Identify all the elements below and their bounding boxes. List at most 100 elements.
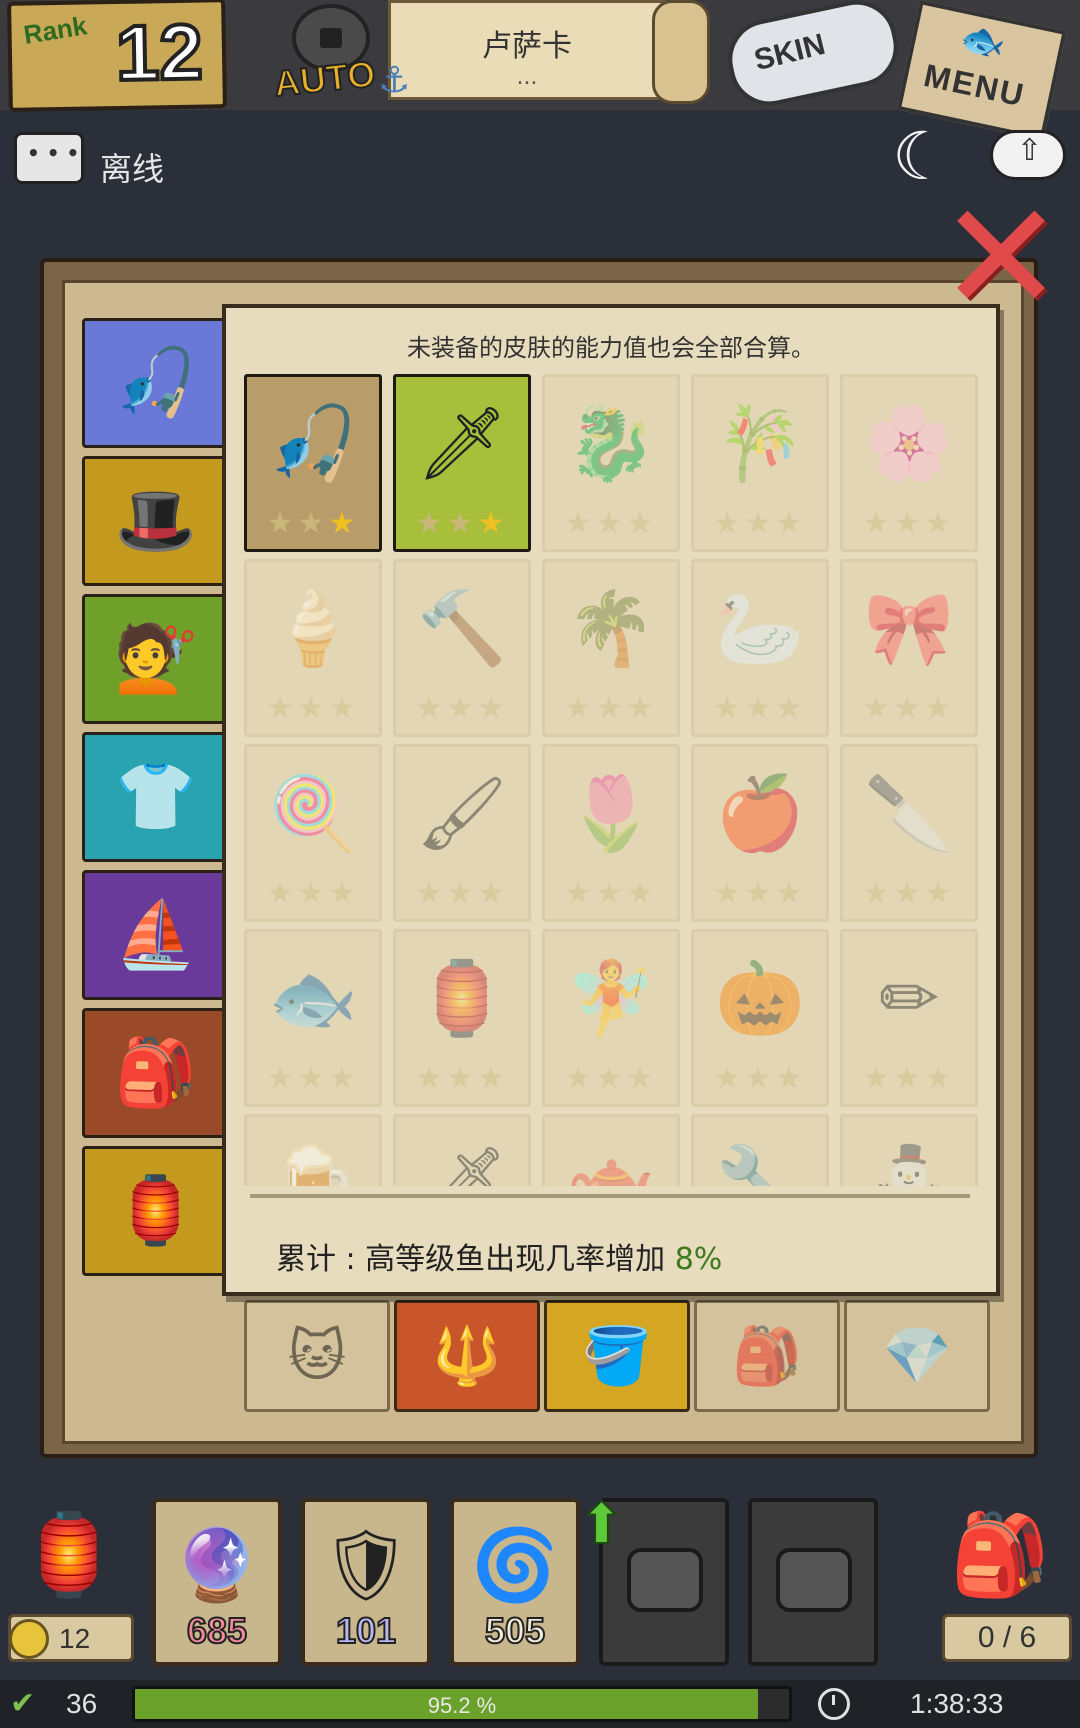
skin-card[interactable]: 🫖★★★	[542, 1114, 680, 1186]
tab-clothes[interactable]: 👕	[82, 732, 230, 862]
rank-badge[interactable]: Rank 12	[7, 0, 227, 112]
coin-icon	[9, 1619, 49, 1659]
item-slot[interactable]: 🌀 505	[450, 1498, 580, 1666]
star-rating: ★★★	[396, 876, 528, 911]
skin-card[interactable]: 🌸 ★★★	[840, 374, 978, 552]
star-rating: ★★★	[247, 506, 379, 541]
tab-fishing-gear[interactable]: 🎣	[82, 318, 230, 448]
star-empty-icon: ★	[626, 1061, 658, 1096]
skin-card[interactable]: 🖌 ★★★	[393, 744, 531, 922]
skin-item-icon: 🫖	[566, 1141, 656, 1186]
skin-card[interactable]: ✏ ★★★	[840, 929, 978, 1107]
online-status: 离线	[100, 150, 165, 188]
skin-item-icon: 🎒	[732, 1324, 802, 1389]
skin-card[interactable]: 🍭 ★★★	[244, 744, 382, 922]
close-button[interactable]: ✕	[928, 183, 1074, 333]
lantern-icon[interactable]: 🏮	[14, 1500, 124, 1610]
star-empty-icon: ★	[775, 876, 807, 911]
star-empty-icon: ★	[595, 1061, 627, 1096]
upgrade-arrow-icon[interactable]: ⬆	[577, 1491, 626, 1558]
star-empty-icon: ★	[893, 1061, 925, 1096]
skin-card[interactable]: 🎀 ★★★	[840, 559, 978, 737]
menu-label: MENU	[920, 56, 1029, 114]
skin-card[interactable]: 🔧★★★	[691, 1114, 829, 1186]
skin-grid[interactable]: 🎣 ★★★ 🗡 ★★★ 🐉 ★★★ 🎋 ★★★ 🌸 ★★★ 🍦 ★★★ 🔨 ★★★ 🌴 ★★★ 🦢 ★★★ 🎀 ★★★…	[244, 374, 982, 1186]
skin-card[interactable]: 🎋 ★★★	[691, 374, 829, 552]
skin-card[interactable]: 🌷 ★★★	[542, 744, 680, 922]
skin-card[interactable]: 🧚 ★★★	[542, 929, 680, 1107]
background-skin-card: 🐱	[244, 1300, 390, 1412]
chat-icon[interactable]	[14, 132, 84, 184]
skin-card[interactable]: 🍦 ★★★	[244, 559, 382, 737]
skin-item-icon: 🪣	[582, 1324, 652, 1389]
skin-item-icon: 🎀	[864, 586, 954, 670]
skin-item-icon: 🗡	[416, 1141, 508, 1186]
skin-card[interactable]: 🗡★★★	[393, 374, 531, 552]
boat-icon: ⛵	[114, 896, 198, 973]
level-value: 36	[66, 1688, 98, 1719]
skin-card[interactable]: 🏮 ★★★	[393, 929, 531, 1107]
level-icon: ✔	[10, 1686, 36, 1721]
background-skin-card: 💎	[844, 1300, 990, 1412]
skin-card[interactable]: ⛄★★★	[840, 1114, 978, 1186]
star-empty-icon: ★	[415, 876, 447, 911]
tab-boat[interactable]: ⛵	[82, 870, 230, 1000]
star-empty-icon: ★	[862, 691, 894, 726]
star-empty-icon: ★	[595, 691, 627, 726]
bag-icon[interactable]: 🎒	[950, 1508, 1050, 1602]
skin-item-icon: 🌴	[566, 586, 656, 670]
star-empty-icon: ★	[297, 506, 329, 541]
star-empty-icon: ★	[297, 1061, 329, 1096]
skin-card[interactable]: 🔨 ★★★	[393, 559, 531, 737]
tab-lantern[interactable]: 🏮	[82, 1146, 230, 1276]
skin-card[interactable]: 🔪 ★★★	[840, 744, 978, 922]
tab-hair[interactable]: 💇	[82, 594, 230, 724]
exp-text: 95.2 %	[427, 1693, 497, 1718]
star-empty-icon: ★	[266, 876, 298, 911]
skin-card[interactable]: 🍺★★★	[244, 1114, 382, 1186]
skin-item-icon: 🔱	[432, 1324, 502, 1389]
star-empty-icon: ★	[564, 876, 596, 911]
star-empty-icon: ★	[446, 1061, 478, 1096]
star-empty-icon: ★	[924, 691, 956, 726]
star-rating: ★★★	[694, 506, 826, 541]
star-empty-icon: ★	[477, 1061, 509, 1096]
skin-collection-popup: 未装备的皮肤的能力值也会全部合算。 🎣 ★★★ 🗡 ★★★ 🐉 ★★★ 🎋 ★★★ 🌸 ★★★ 🍦 ★…	[222, 304, 1000, 1296]
skin-item-icon: 🏮	[417, 956, 507, 1040]
star-empty-icon: ★	[924, 1061, 956, 1096]
skin-item-icon: 🗡	[416, 401, 508, 485]
player-name-scroll[interactable]: 卢萨卡 ...	[388, 0, 666, 100]
auto-label: AUTO	[271, 52, 378, 105]
item-slot[interactable]: 🔮 685	[152, 1498, 282, 1666]
top-bar: Rank 12 AUTO 卢萨卡 ... ⚓ SKIN 🐟 MENU	[0, 0, 1080, 141]
skin-card[interactable]: 🐉 ★★★	[542, 374, 680, 552]
star-empty-icon: ★	[297, 876, 329, 911]
star-empty-icon: ★	[893, 506, 925, 541]
star-empty-icon: ★	[775, 506, 807, 541]
tab-hat[interactable]: 🎩	[82, 456, 230, 586]
skin-card[interactable]: 🗡★★★	[393, 1114, 531, 1186]
skin-button[interactable]: SKIN	[718, 0, 918, 113]
skin-item-icon: 🐟	[268, 956, 358, 1040]
star-rating: ★★★	[843, 691, 975, 726]
item-slot[interactable]: 🛡 101	[301, 1498, 431, 1666]
star-empty-icon: ★	[446, 506, 478, 541]
background-skin-card: 🔱	[394, 1300, 540, 1412]
skin-card[interactable]: 🌴 ★★★	[542, 559, 680, 737]
skin-item-icon: 🐱	[287, 1323, 347, 1389]
star-empty-icon: ★	[415, 691, 447, 726]
skin-item-icon: 🔧	[715, 1141, 805, 1186]
skin-card[interactable]: 🍎 ★★★	[691, 744, 829, 922]
tab-bag[interactable]: 🎒	[82, 1008, 230, 1138]
skin-card[interactable]: 🦢 ★★★	[691, 559, 829, 737]
skin-card[interactable]: 🐟 ★★★	[244, 929, 382, 1107]
rank-label: Rank	[21, 10, 90, 50]
star-empty-icon: ★	[744, 506, 776, 541]
skin-item-icon: 🍺	[268, 1141, 358, 1186]
star-empty-icon: ★	[862, 876, 894, 911]
skin-card[interactable]: 🎃 ★★★	[691, 929, 829, 1107]
skin-item-icon: 🍭	[268, 771, 358, 855]
skin-card[interactable]: 🎣 ★★★	[244, 374, 382, 552]
locked-slot[interactable]	[748, 1498, 878, 1666]
scroll-roll-icon	[652, 0, 710, 104]
